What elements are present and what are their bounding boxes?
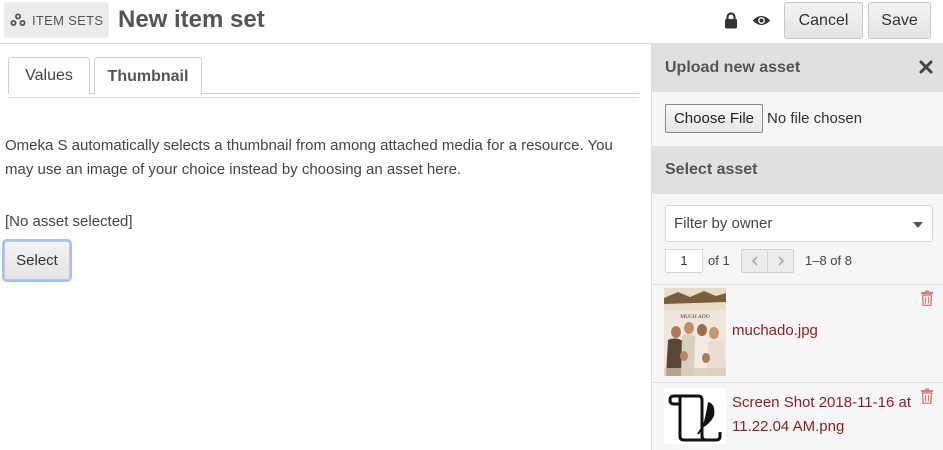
- tabs-divider: [8, 97, 639, 98]
- select-asset-button[interactable]: Select: [4, 241, 70, 280]
- asset-thumbnail[interactable]: MUCH ADO: [664, 288, 726, 376]
- caret-down-icon: [913, 222, 923, 228]
- cancel-button[interactable]: Cancel: [784, 2, 863, 39]
- page-header: ITEM SETS New item set Cancel Save: [0, 0, 943, 44]
- sitemap-icon: [10, 13, 26, 27]
- save-button[interactable]: Save: [868, 2, 931, 39]
- pagination-buttons: [741, 249, 794, 273]
- breadcrumb-item-sets[interactable]: ITEM SETS: [4, 2, 110, 38]
- trash-icon[interactable]: [920, 290, 934, 307]
- svg-text:MUCH ADO: MUCH ADO: [680, 314, 710, 320]
- page-total: of 1: [708, 253, 730, 268]
- upload-asset-heading: Upload new asset: [652, 44, 943, 92]
- asset-link[interactable]: muchado.jpg: [732, 319, 912, 343]
- tab-values[interactable]: Values: [8, 57, 90, 94]
- select-asset-title: Select asset: [665, 161, 758, 178]
- tab-thumbnail[interactable]: Thumbnail: [94, 57, 202, 95]
- results-range: 1–8 of 8: [805, 253, 852, 268]
- page-title: New item set: [118, 6, 265, 33]
- lock-icon[interactable]: [722, 11, 740, 29]
- asset-row[interactable]: Screen Shot 2018-11-16 at 11.22.04 AM.pn…: [652, 382, 943, 450]
- filter-by-owner-select[interactable]: Filter by owner: [665, 205, 933, 242]
- trash-icon[interactable]: [920, 388, 934, 405]
- asset-sidebar: Upload new asset Choose File No file cho…: [651, 44, 943, 450]
- next-page-icon[interactable]: [767, 250, 793, 272]
- upload-asset-title: Upload new asset: [665, 59, 801, 76]
- thumbnail-description: Omeka S automatically selects a thumbnai…: [5, 137, 613, 178]
- asset-row[interactable]: MUCH ADO muchado.jpg: [652, 284, 943, 381]
- breadcrumb-label: ITEM SETS: [32, 12, 104, 28]
- choose-file-button[interactable]: Choose File: [665, 104, 763, 133]
- section-tabs: Values Thumbnail: [8, 57, 639, 95]
- file-status: No file chosen: [767, 110, 863, 127]
- select-asset-heading: Select asset: [652, 146, 943, 194]
- selected-asset-status: [No asset selected]: [5, 213, 133, 230]
- eye-icon[interactable]: [751, 11, 771, 29]
- page-number-input[interactable]: 1: [665, 249, 703, 273]
- asset-thumbnail[interactable]: [664, 388, 726, 444]
- previous-page-icon[interactable]: [742, 250, 767, 272]
- asset-link[interactable]: Screen Shot 2018-11-16 at 11.22.04 AM.pn…: [732, 391, 912, 439]
- close-icon[interactable]: [918, 59, 934, 75]
- filter-label: Filter by owner: [674, 215, 773, 232]
